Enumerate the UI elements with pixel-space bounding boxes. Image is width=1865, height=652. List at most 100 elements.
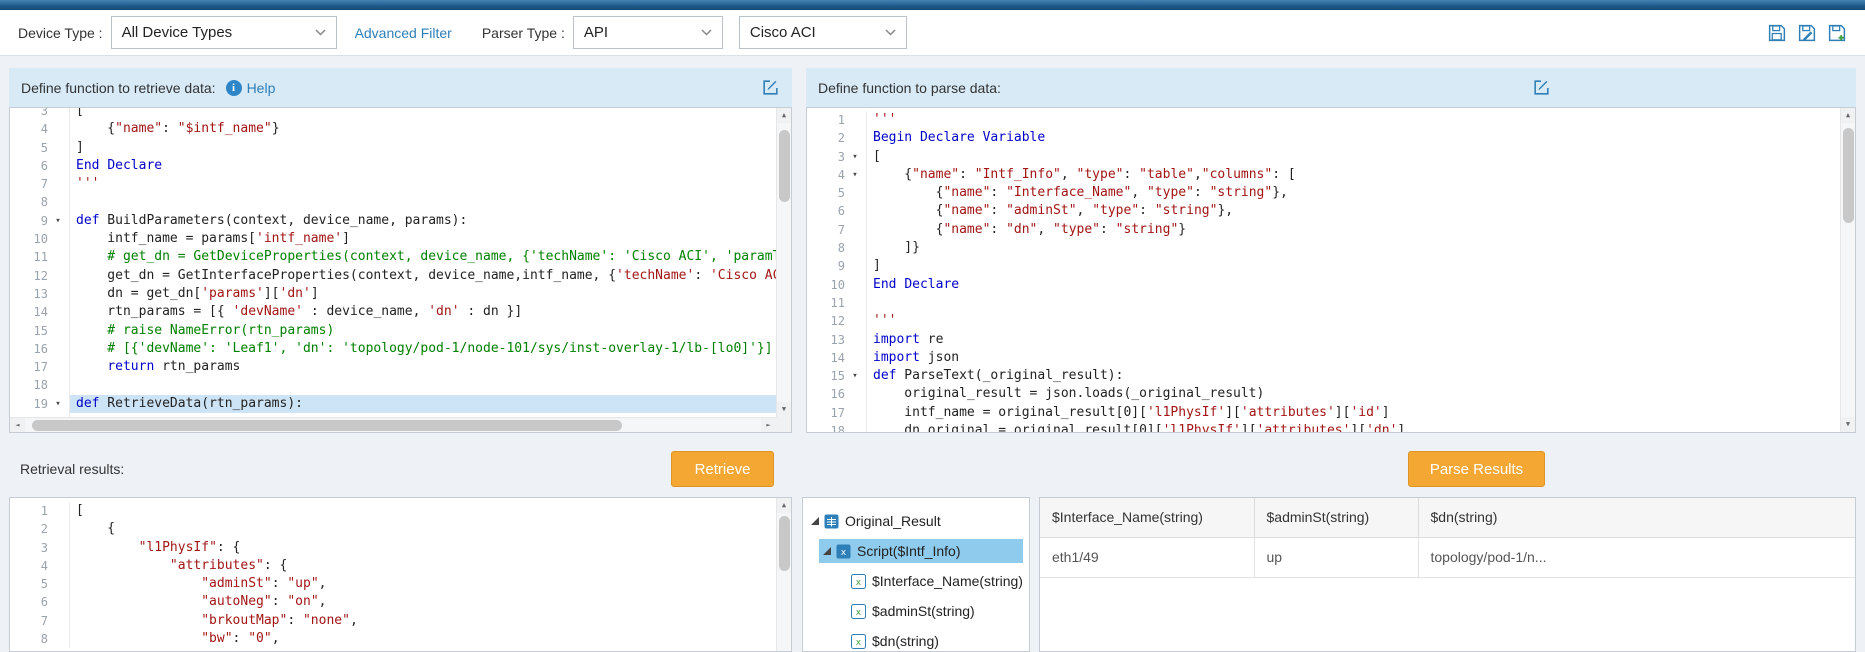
fold-marker-icon[interactable]: ▾ xyxy=(48,395,68,413)
code-line[interactable]: 5 "adminSt": "up", xyxy=(10,575,776,593)
svg-text:x: x xyxy=(841,548,847,558)
tree-item[interactable]: x$dn(string) xyxy=(803,626,1029,652)
edit-retrieve-function-icon[interactable] xyxy=(761,78,780,97)
code-line[interactable]: 18 dn_original = original_result[0]['l1P… xyxy=(807,422,1840,433)
code-line[interactable]: 8 ]} xyxy=(807,239,1840,257)
code-line[interactable]: 10End Declare xyxy=(807,276,1840,294)
code-line[interactable]: 12''' xyxy=(807,312,1840,330)
code-line[interactable]: 8 "bw": "0", xyxy=(10,630,776,648)
code-line[interactable]: 7''' xyxy=(10,175,776,193)
code-line[interactable]: 17 return rtn_params xyxy=(10,358,776,376)
column-header[interactable]: $dn(string) xyxy=(1418,498,1855,537)
code-line[interactable]: 6 {"name": "adminSt", "type": "string"}, xyxy=(807,202,1840,220)
horizontal-scrollbar[interactable]: ◄ ► xyxy=(10,417,776,432)
code-line[interactable]: 4 {"name": "$intf_name"} xyxy=(10,120,776,138)
save-as-icon[interactable] xyxy=(1797,23,1817,43)
help-info-icon[interactable]: i xyxy=(226,80,242,96)
scroll-up-icon[interactable]: ▲ xyxy=(777,108,791,123)
code-line[interactable]: 4▾ {"name": "Intf_Info", "type": "table"… xyxy=(807,166,1840,184)
tree-item[interactable]: x$adminSt(string) xyxy=(803,596,1029,626)
parse-results-button[interactable]: Parse Results xyxy=(1408,451,1545,487)
line-number-gutter: 14 xyxy=(10,303,70,321)
chevron-down-icon xyxy=(315,29,326,36)
edit-parse-function-icon[interactable] xyxy=(1532,78,1551,97)
code-line[interactable]: 6End Declare xyxy=(10,157,776,175)
scrollbar-thumb[interactable] xyxy=(779,130,790,202)
scrollbar-thumb[interactable] xyxy=(1843,128,1854,223)
code-line[interactable]: 11 # get_dn = GetDeviceProperties(contex… xyxy=(10,248,776,266)
code-line[interactable]: 9▾def BuildParameters(context, device_na… xyxy=(10,212,776,230)
code-line[interactable]: 3[ xyxy=(10,107,776,120)
table-row[interactable]: eth1/49uptopology/pod-1/n... xyxy=(1040,537,1855,577)
code-line[interactable]: 10 intf_name = params['intf_name'] xyxy=(10,230,776,248)
code-line[interactable]: 11 xyxy=(807,294,1840,312)
fold-marker-icon[interactable]: ▾ xyxy=(845,367,865,385)
scroll-left-icon[interactable]: ◄ xyxy=(10,418,25,433)
fold-marker-icon[interactable]: ▾ xyxy=(845,148,865,166)
code-line[interactable]: 8 xyxy=(10,193,776,211)
code-line[interactable]: 6 "autoNeg": "on", xyxy=(10,593,776,611)
help-link[interactable]: Help xyxy=(247,80,276,96)
code-line[interactable]: 3▾[ xyxy=(807,148,1840,166)
retrieve-function-editor[interactable]: 3[4 {"name": "$intf_name"}5]6End Declare… xyxy=(9,107,792,433)
save-new-icon[interactable] xyxy=(1827,23,1847,43)
code-line[interactable]: 13import re xyxy=(807,331,1840,349)
code-line[interactable]: 5 {"name": "Interface_Name", "type": "st… xyxy=(807,184,1840,202)
scroll-up-icon[interactable]: ▲ xyxy=(777,498,791,513)
vertical-scrollbar[interactable]: ▲ ▼ xyxy=(776,108,791,417)
line-number-gutter: 10 xyxy=(807,276,867,294)
device-type-dropdown[interactable]: All Device Types xyxy=(111,16,337,49)
code-line[interactable]: 16 # [{'devName': 'Leaf1', 'dn': 'topolo… xyxy=(10,340,776,358)
retrieve-button[interactable]: Retrieve xyxy=(671,451,774,487)
line-number-gutter: 18 xyxy=(807,422,867,433)
vertical-scrollbar[interactable]: ▲ xyxy=(776,498,791,651)
scrollbar-thumb[interactable] xyxy=(779,516,790,571)
line-number: 9 xyxy=(10,212,48,230)
code-line[interactable]: 14 rtn_params = [{ 'devName' : device_na… xyxy=(10,303,776,321)
code-line[interactable]: 9] xyxy=(807,257,1840,275)
code-line[interactable]: 17 intf_name = original_result[0]['l1Phy… xyxy=(807,404,1840,422)
code-line[interactable]: 15▾def ParseText(_original_result): xyxy=(807,367,1840,385)
code-line[interactable]: 18 xyxy=(10,376,776,394)
code-line[interactable]: 7 "brkoutMap": "none", xyxy=(10,612,776,630)
save-icon[interactable] xyxy=(1767,23,1787,43)
code-line[interactable]: 5] xyxy=(10,139,776,157)
code-line[interactable]: 1[ xyxy=(10,502,776,520)
code-line[interactable]: 3 "l1PhysIf": { xyxy=(10,539,776,557)
scroll-down-icon[interactable]: ▼ xyxy=(1841,417,1855,432)
advanced-filter-link[interactable]: Advanced Filter xyxy=(355,25,452,41)
code-line[interactable]: 2Begin Declare Variable xyxy=(807,129,1840,147)
parse-function-editor[interactable]: 1'''2Begin Declare Variable3▾[4▾ {"name"… xyxy=(806,107,1856,433)
code-line[interactable]: 19▾def RetrieveData(rtn_params): xyxy=(10,395,776,413)
tree-item-label: Original_Result xyxy=(845,513,941,529)
scrollbar-thumb[interactable] xyxy=(32,420,622,431)
tree-item[interactable]: Original_Result xyxy=(803,506,1029,536)
parser-type-dropdown[interactable]: API xyxy=(573,16,723,49)
code-line[interactable]: 13 dn = get_dn['params']['dn'] xyxy=(10,285,776,303)
scroll-up-icon[interactable]: ▲ xyxy=(1841,108,1855,123)
line-number-gutter: 11 xyxy=(10,248,70,266)
code-line[interactable]: 15 # raise NameError(rtn_params) xyxy=(10,322,776,340)
parser-subtype-dropdown[interactable]: Cisco ACI xyxy=(739,16,907,49)
tree-item[interactable]: xScript($Intf_Info) xyxy=(803,536,1029,566)
code-line[interactable]: 2 { xyxy=(10,520,776,538)
scroll-down-icon[interactable]: ▼ xyxy=(777,402,791,417)
code-line[interactable]: 7 {"name": "dn", "type": "string"} xyxy=(807,221,1840,239)
column-header[interactable]: $Interface_Name(string) xyxy=(1040,498,1254,537)
scroll-right-icon[interactable]: ► xyxy=(761,418,776,433)
column-header[interactable]: $adminSt(string) xyxy=(1254,498,1418,537)
tree-item[interactable]: x$Interface_Name(string) xyxy=(803,566,1029,596)
retrieval-results-editor[interactable]: 1[2 {3 "l1PhysIf": {4 "attributes": {5 "… xyxy=(9,497,792,652)
code-line[interactable]: 14import json xyxy=(807,349,1840,367)
code-line[interactable]: 1''' xyxy=(807,111,1840,129)
vertical-scrollbar[interactable]: ▲ ▼ xyxy=(1840,108,1855,432)
tree-expanded-arrow-icon[interactable] xyxy=(823,547,831,555)
code-line[interactable]: 4 "attributes": { xyxy=(10,557,776,575)
code-line[interactable]: 12 get_dn = GetInterfaceProperties(conte… xyxy=(10,267,776,285)
line-number-gutter: 1 xyxy=(10,502,70,520)
tree-expanded-arrow-icon[interactable] xyxy=(811,517,819,525)
line-number: 6 xyxy=(807,202,845,220)
fold-marker-icon[interactable]: ▾ xyxy=(845,166,865,184)
code-line[interactable]: 16 original_result = json.loads(_origina… xyxy=(807,385,1840,403)
fold-marker-icon[interactable]: ▾ xyxy=(48,212,68,230)
